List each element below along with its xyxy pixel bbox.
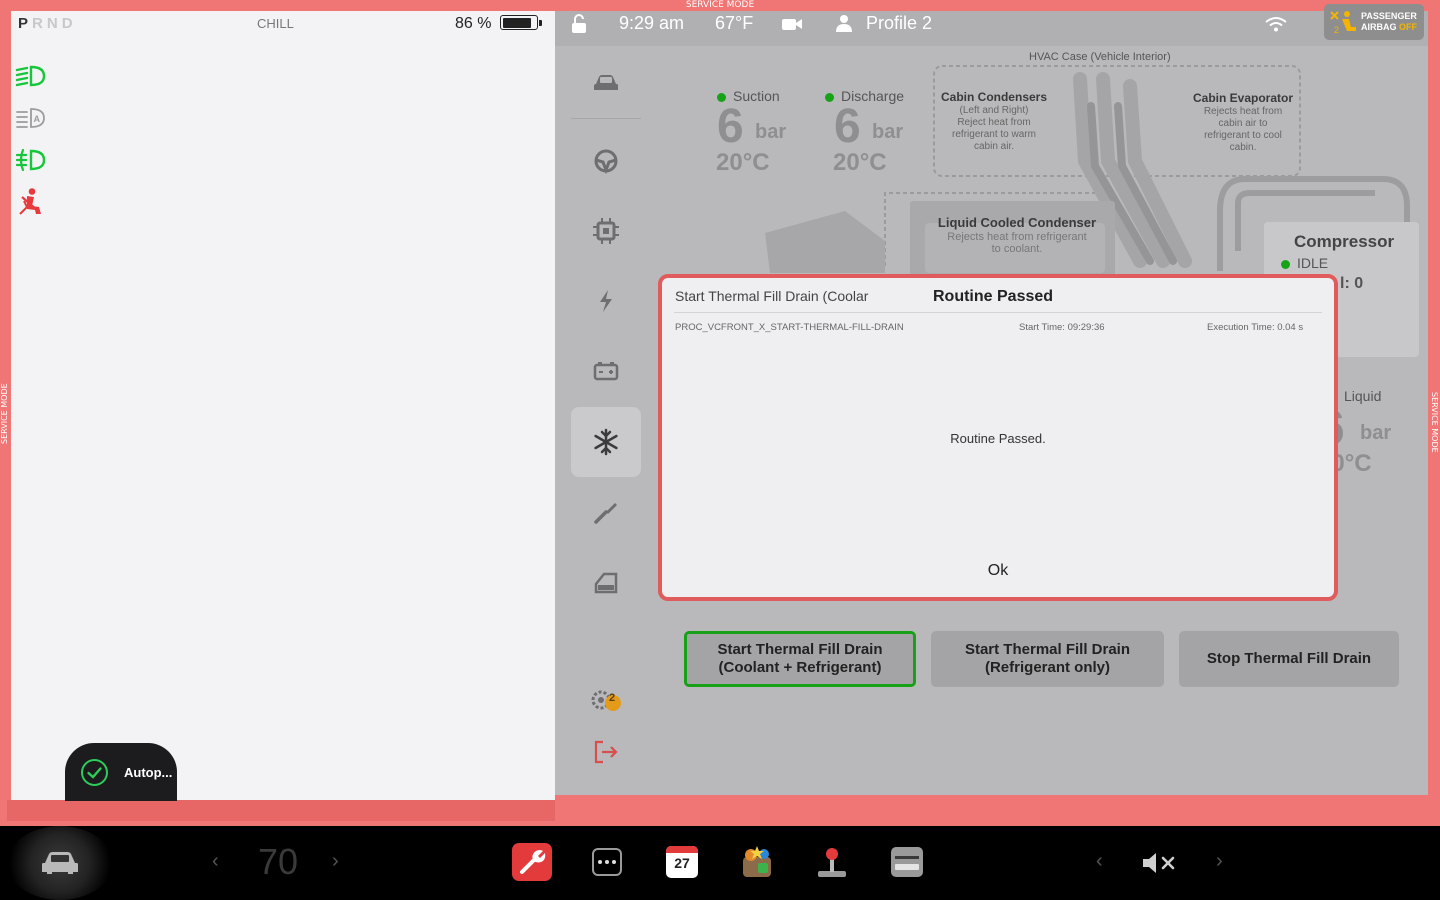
- outside-temperature: 67°F: [715, 13, 754, 33]
- start-time: Start Time: 09:29:36: [1019, 322, 1105, 333]
- drive-mode: CHILL: [257, 16, 294, 31]
- clock: 9:29 am: [619, 13, 685, 33]
- airbag-line1: PASSENGER: [1361, 11, 1417, 21]
- autopilot-label: Autop...: [124, 765, 173, 780]
- discharge-pressure: 6: [834, 100, 861, 153]
- gear-r: R: [32, 15, 47, 32]
- exit-service-mode-icon[interactable]: [571, 717, 641, 787]
- routine-id: PROC_VCFRONT_X_START-THERMAL-FILL-DRAIN: [675, 322, 904, 333]
- sidebar-divider: [571, 118, 641, 119]
- mute-icon[interactable]: [1140, 850, 1180, 881]
- car-icon: [42, 852, 78, 874]
- calendar-day: 27: [674, 855, 690, 871]
- svg-text:2: 2: [1334, 25, 1339, 35]
- procedure-title: Start Thermal Fill Drain (Coolar: [675, 288, 869, 304]
- service-mode-label-left: SERVICE MODE: [0, 383, 9, 444]
- left-panel: PRND CHILL 86 % A: [11, 11, 555, 800]
- volume-decrease-icon[interactable]: ‹: [1096, 850, 1103, 873]
- toybox-icon[interactable]: [737, 843, 777, 881]
- battery-icon: [500, 15, 542, 30]
- airbag-icon: 2: [1330, 11, 1356, 35]
- cabin-evaporator-text: Rejects heat from cabin air to refrigera…: [1203, 106, 1283, 153]
- gear-p: P: [18, 15, 33, 32]
- suction-pressure: 6: [717, 100, 744, 153]
- suction-temp: 20°C: [716, 149, 770, 176]
- battery-percent: 86 %: [455, 15, 492, 32]
- liquid-unit: bar: [1360, 422, 1392, 444]
- compressor-state: IDLE: [1281, 255, 1328, 271]
- lightning-icon[interactable]: [571, 266, 641, 336]
- volume-increase-icon[interactable]: ›: [1216, 850, 1223, 873]
- unlock-icon[interactable]: [570, 14, 588, 39]
- routine-result-dialog: Start Thermal Fill Drain (Coolar Routine…: [658, 274, 1338, 601]
- liquid-cooled-condenser-title: Liquid Cooled Condenser: [937, 215, 1097, 230]
- suction-unit: bar: [755, 121, 787, 143]
- left-bottom-strip: [7, 800, 555, 821]
- liquid-cooled-condenser-text: Rejects heat from refrigerant to coolant…: [947, 231, 1087, 255]
- service-app-icon[interactable]: [512, 843, 552, 881]
- dialog-title: Routine Passed: [933, 288, 1054, 305]
- ok-button[interactable]: Ok: [968, 557, 1028, 585]
- dashboard-card-icon[interactable]: [887, 843, 927, 881]
- airbag-line2: AIRBAG: [1361, 22, 1397, 32]
- compressor-title: Compressor: [1294, 232, 1395, 251]
- start-fill-drain-coolant-refrigerant-button[interactable]: Start Thermal Fill Drain (Coolant + Refr…: [684, 631, 916, 687]
- stop-fill-drain-button[interactable]: Stop Thermal Fill Drain: [1179, 631, 1399, 687]
- seatbelt-warning-icon: [14, 187, 46, 215]
- cabin-evaporator-title: Cabin Evaporator: [1192, 91, 1294, 105]
- execution-time: Execution Time: 0.04 s: [1207, 322, 1304, 333]
- wrench-icon[interactable]: [571, 477, 641, 547]
- profile-icon[interactable]: [835, 14, 853, 37]
- autopilot-button[interactable]: Autop...: [65, 743, 177, 801]
- gear-selector: PRND: [18, 15, 77, 32]
- dialog-divider: [674, 312, 1322, 313]
- passenger-airbag-indicator: 2 PASSENGER AIRBAG OFF: [1324, 4, 1424, 40]
- car-icon[interactable]: [571, 48, 641, 118]
- cabin-condensers-title: Cabin Condensers: [940, 90, 1048, 104]
- profile-name[interactable]: Profile 2: [866, 13, 932, 34]
- fog-light-icon: [14, 147, 46, 173]
- snowflake-icon[interactable]: [571, 407, 641, 477]
- bottom-dock: ‹ 70 › 27 ‹ ›: [0, 826, 1440, 900]
- calendar-icon[interactable]: 27: [662, 843, 702, 881]
- service-mode-label-top: SERVICE MODE: [685, 0, 755, 10]
- hvac-case-title: HVAC Case (Vehicle Interior): [1029, 51, 1171, 63]
- liquid-label: Liquid: [1344, 388, 1382, 404]
- headlight-low-beam-icon: [14, 63, 46, 89]
- car-controls-button[interactable]: [7, 826, 113, 900]
- cabin-condensers-text: (Left and Right) Reject heat from refrig…: [952, 105, 1036, 152]
- arcade-joystick-icon[interactable]: [812, 843, 852, 881]
- more-apps-icon[interactable]: [587, 843, 627, 881]
- auto-headlight-icon: A: [14, 105, 46, 131]
- gear-n: N: [46, 15, 62, 32]
- alerts-count: 2: [609, 692, 616, 704]
- door-icon[interactable]: [571, 548, 641, 618]
- steering-wheel-icon[interactable]: [571, 126, 641, 196]
- svg-text:A: A: [34, 114, 41, 124]
- chip-icon[interactable]: [571, 196, 641, 266]
- compressor-rpm: l: 0: [1340, 275, 1364, 292]
- airbag-state: OFF: [1399, 22, 1418, 32]
- checkmark-icon: [81, 759, 108, 786]
- top-status-bar: 9:29 am 67°F Profile 2: [555, 11, 1428, 44]
- speed-increase-icon[interactable]: ›: [332, 850, 339, 873]
- battery-icon[interactable]: [571, 336, 641, 406]
- dashcam-icon[interactable]: [781, 16, 803, 37]
- discharge-temp: 20°C: [833, 149, 887, 176]
- speed-decrease-icon[interactable]: ‹: [212, 850, 219, 873]
- start-fill-drain-refrigerant-only-button[interactable]: Start Thermal Fill Drain (Refrigerant on…: [931, 631, 1164, 687]
- gear-d: D: [61, 15, 77, 32]
- speed-setting: 70: [257, 841, 299, 882]
- service-mode-label-right: SERVICE MODE: [1430, 392, 1439, 453]
- discharge-unit: bar: [872, 121, 904, 143]
- wifi-icon[interactable]: [1265, 16, 1287, 37]
- dialog-message: Routine Passed.: [950, 431, 1046, 446]
